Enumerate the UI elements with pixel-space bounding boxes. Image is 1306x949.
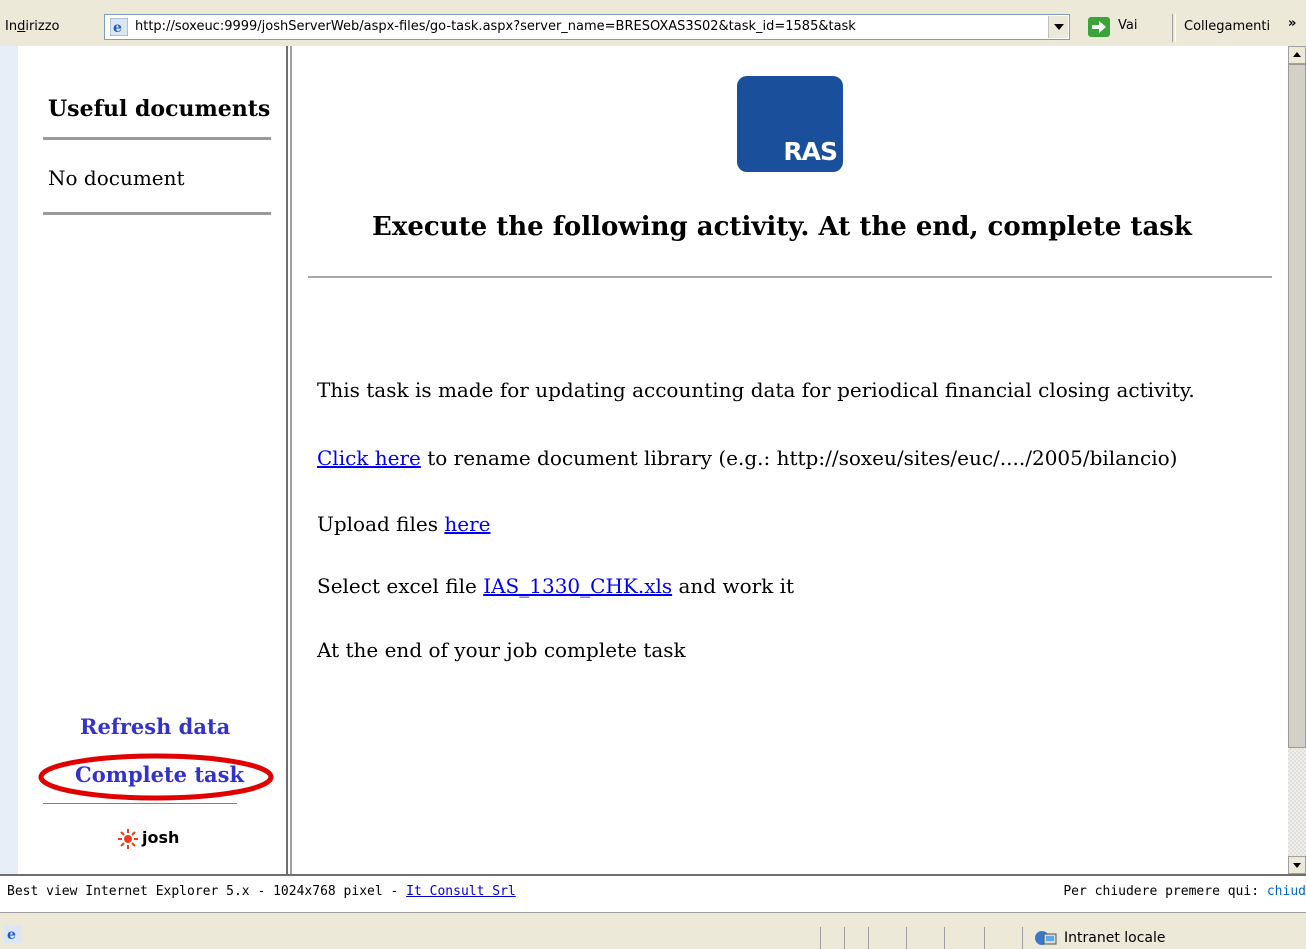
rename-link[interactable]: Click here <box>317 446 421 470</box>
panel-divider <box>290 46 292 874</box>
sidebar-divider <box>43 137 271 140</box>
svg-text:e: e <box>7 927 16 943</box>
main-panel: RAS Execute the following activity. At t… <box>294 46 1272 874</box>
refresh-data-link[interactable]: Refresh data <box>80 714 230 739</box>
status-pane <box>844 927 845 949</box>
links-chevron-icon[interactable]: » <box>1288 16 1296 31</box>
address-label: Indirizzo <box>5 19 60 34</box>
sidebar-divider <box>43 212 271 215</box>
status-pane <box>1022 927 1023 949</box>
josh-logo: josh <box>118 828 179 849</box>
ie-icon: e <box>110 18 128 36</box>
dropdown-arrow-icon <box>1054 24 1064 30</box>
intranet-zone-icon <box>1035 931 1057 945</box>
sidebar: Useful documents No document Refresh dat… <box>18 46 288 874</box>
links-button[interactable]: Collegamenti <box>1184 19 1270 34</box>
close-text: Per chiudere premere qui: chiud <box>1063 884 1306 899</box>
toolbar-separator <box>1172 14 1176 42</box>
sun-icon <box>118 828 138 849</box>
scroll-down-icon <box>1293 863 1301 868</box>
go-label: Vai <box>1118 18 1138 33</box>
go-button[interactable]: Vai <box>1088 16 1164 40</box>
scroll-down-button[interactable] <box>1288 856 1306 874</box>
go-arrow-icon <box>1088 17 1110 37</box>
complete-task-link[interactable]: Complete task <box>75 762 244 787</box>
address-bar: Indirizzo e http://soxeuc:9999/joshServe… <box>0 0 1306 47</box>
sidebar-title: Useful documents <box>48 96 271 122</box>
upload-link[interactable]: here <box>444 512 490 536</box>
page-title: Execute the following activity. At the e… <box>372 212 1192 242</box>
excel-file-link[interactable]: IAS_1330_CHK.xls <box>483 574 672 598</box>
scroll-track[interactable] <box>1288 748 1306 856</box>
scroll-thumb[interactable] <box>1288 64 1306 748</box>
status-pane <box>820 927 821 949</box>
rename-line: Click here to rename document library (e… <box>317 446 1178 470</box>
status-pane <box>868 927 869 949</box>
address-url[interactable]: http://soxeuc:9999/joshServerWeb/aspx-fi… <box>135 19 1049 34</box>
best-view-text: Best view Internet Explorer 5.x - 1024x7… <box>7 884 516 899</box>
page-content: Useful documents No document Refresh dat… <box>18 46 1288 874</box>
status-pane <box>944 927 945 949</box>
select-line: Select excel file IAS_1330_CHK.xls and w… <box>317 574 795 598</box>
ras-logo-text: RAS <box>783 137 838 166</box>
address-field[interactable]: e http://soxeuc:9999/joshServerWeb/aspx-… <box>104 14 1070 40</box>
scroll-up-icon <box>1293 52 1301 57</box>
company-link[interactable]: It Consult Srl <box>406 884 516 899</box>
ras-logo: RAS <box>737 76 843 172</box>
page-footer: Best view Internet Explorer 5.x - 1024x7… <box>0 874 1306 912</box>
josh-brand: josh <box>142 828 180 847</box>
status-bar: e Intranet locale <box>0 912 1306 949</box>
upload-line: Upload files here <box>317 512 491 536</box>
address-dropdown-button[interactable] <box>1048 16 1068 38</box>
end-text: At the end of your job complete task <box>317 638 686 662</box>
ie-icon: e <box>4 925 22 943</box>
svg-text:e: e <box>113 20 122 36</box>
sidebar-divider <box>43 803 237 804</box>
scroll-up-button[interactable] <box>1288 46 1306 64</box>
intro-text: This task is made for updating accountin… <box>317 378 1195 402</box>
security-zone-label: Intranet locale <box>1064 930 1166 946</box>
title-divider <box>308 276 1272 278</box>
status-pane <box>984 927 985 949</box>
window-left-border <box>0 46 18 912</box>
no-document-text: No document <box>48 166 185 190</box>
status-pane <box>906 927 907 949</box>
vertical-scrollbar[interactable] <box>1288 46 1306 874</box>
close-link[interactable]: chiud <box>1267 884 1306 899</box>
